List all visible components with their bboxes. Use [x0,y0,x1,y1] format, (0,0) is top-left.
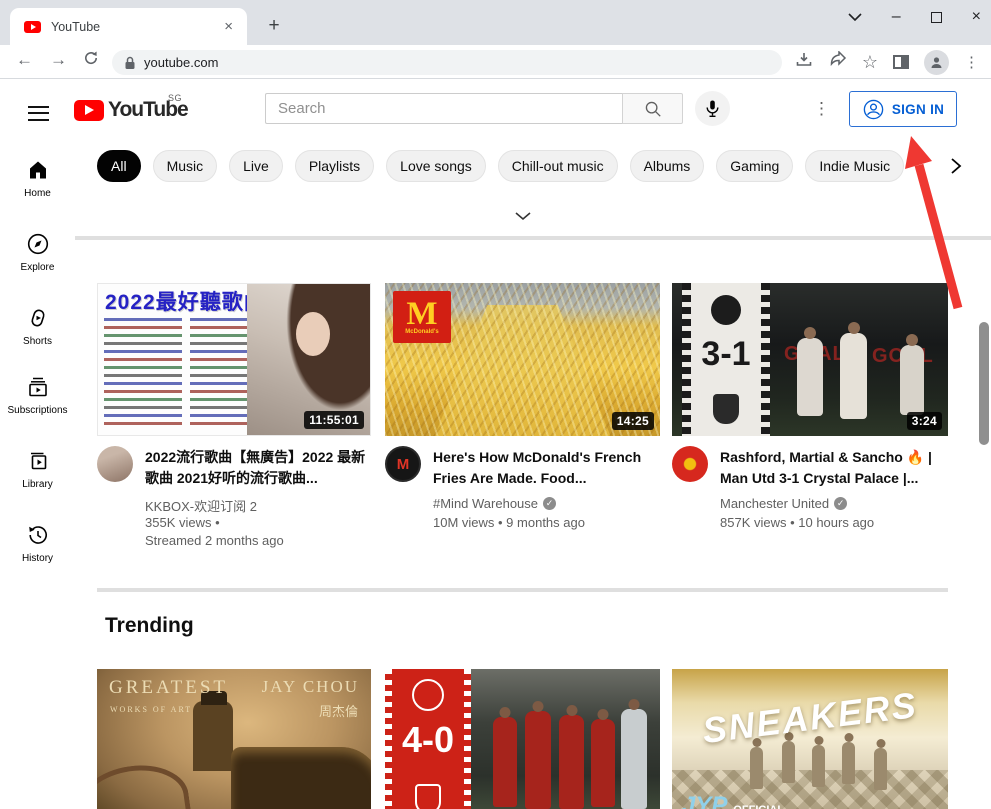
back-button[interactable]: ← [16,50,33,70]
window-close-button[interactable]: × [972,9,981,25]
video-thumbnail[interactable]: 2022最好聽歌曲 11:55:01 [97,283,371,436]
new-tab-button[interactable]: + [261,13,287,39]
sign-in-label: SIGN IN [892,102,944,117]
search-input[interactable] [265,93,622,124]
voice-search-button[interactable] [695,91,730,126]
explore-compass-icon [26,232,50,256]
section-divider [75,236,991,240]
chips-next-button[interactable] [933,150,978,182]
tab-close-icon[interactable]: × [220,18,237,35]
download-icon[interactable] [795,51,813,73]
channel-avatar[interactable] [97,446,133,482]
sidebar-item-explore[interactable]: Explore [0,232,75,273]
duration-badge: 11:55:01 [304,411,364,429]
section-divider [97,588,948,592]
sign-in-button[interactable]: SIGN IN [849,91,957,127]
scoreboard-panel: 3-1 [682,283,770,436]
url-text: youtube.com [144,55,218,70]
mcdonalds-logo: M McDonald's [393,291,451,343]
sidebar-item-subscriptions[interactable]: Subscriptions [0,375,75,416]
bookmark-star-icon[interactable]: ☆ [862,52,878,73]
video-thumbnail[interactable]: 4-0 [385,669,660,809]
filter-chips-bar: All Music Live Playlists Love songs Chil… [97,150,904,182]
browser-menu-icon[interactable]: ⋮ [964,53,979,71]
person-circle-icon [862,98,885,121]
chip-playlists[interactable]: Playlists [295,150,374,182]
video-title[interactable]: Here's How McDonald's French Fries Are M… [433,447,659,489]
sidebar-item-library[interactable]: Library [0,449,75,490]
chip-music[interactable]: Music [153,150,218,182]
thumbnail-overlay-title: 2022最好聽歌曲 [105,286,266,316]
chip-albums[interactable]: Albums [630,150,705,182]
maximize-button[interactable] [931,12,942,23]
video-title[interactable]: Rashford, Martial & Sancho 🔥 | Man Utd 3… [720,447,948,489]
channel-name[interactable]: #Mind Warehouse✓ [433,496,556,511]
video-meta: 857K views • 10 hours ago [720,514,874,532]
shorts-icon [26,306,50,330]
reload-button[interactable] [83,50,99,71]
duration-badge: 3:24 [907,412,942,430]
chip-indie-music[interactable]: Indie Music [805,150,904,182]
duration-badge: 14:25 [612,412,654,430]
browser-profile-avatar[interactable] [924,50,949,75]
mini-guide: Home Explore Shorts Subscriptions Librar… [0,134,75,809]
tab-title: YouTube [51,20,220,34]
home-icon [26,158,50,182]
browser-window: YouTube × + – × ← → youtube.com ☆ [0,0,991,809]
region-label: SG [168,93,182,103]
video-thumbnail[interactable]: SNEAKERS JYP OFFICIAL [672,669,948,809]
address-bar[interactable]: youtube.com [112,50,782,75]
chip-live[interactable]: Live [229,150,283,182]
chip-love-songs[interactable]: Love songs [386,150,486,182]
youtube-settings-kebab-icon[interactable]: ⋮ [813,99,830,119]
video-thumbnail[interactable]: M McDonald's 14:25 [385,283,660,436]
channel-name[interactable]: KKBOX-欢迎订阅 2 [145,496,257,515]
microphone-icon [704,99,721,118]
channel-avatar[interactable] [672,446,708,482]
library-icon [26,449,50,473]
channel-name[interactable]: Manchester United✓ [720,496,847,511]
sidebar-item-history[interactable]: History [0,523,75,564]
verified-badge-icon: ✓ [543,497,556,510]
chip-gaming[interactable]: Gaming [716,150,793,182]
browser-tab[interactable]: YouTube × [10,8,247,45]
chevron-right-icon [950,157,962,175]
guide-hamburger-icon[interactable] [28,101,49,125]
share-icon[interactable] [828,51,847,73]
trending-heading: Trending [105,614,194,638]
minimize-button[interactable]: – [892,9,901,25]
verified-badge-icon: ✓ [834,497,847,510]
video-thumbnail[interactable]: GOAL GOAL 3-1 3:24 [672,283,948,436]
search-icon [644,100,662,118]
expand-banner-chevron-icon[interactable] [507,208,539,229]
search-button[interactable] [622,93,683,124]
forward-button[interactable]: → [50,50,67,70]
chip-all[interactable]: All [97,150,141,182]
sidebar-item-home[interactable]: Home [0,158,75,199]
lock-icon [124,56,136,70]
youtube-favicon-icon [24,21,41,33]
video-title[interactable]: 2022流行歌曲【無廣告】2022 最新歌曲 2021好听的流行歌曲... [145,447,371,489]
jyp-logo: JYP OFFICIAL [682,792,784,809]
scoreboard-panel: 4-0 [385,669,471,809]
sidebar-item-shorts[interactable]: Shorts [0,306,75,347]
side-panel-icon[interactable] [893,55,909,69]
page-scrollbar-thumb[interactable] [979,322,989,445]
history-icon [26,523,50,547]
youtube-logo-icon [74,100,104,121]
chip-chill-out-music[interactable]: Chill-out music [498,150,618,182]
video-meta: 10M views • 9 months ago [433,514,585,532]
subscriptions-icon [26,375,50,399]
tab-search-chevron-icon[interactable] [848,13,862,21]
video-meta: 355K views •Streamed 2 months ago [145,514,284,550]
browser-titlebar: YouTube × + – × [0,0,991,45]
channel-avatar[interactable]: M [385,446,421,482]
video-thumbnail[interactable]: GREATEST WORKS OF ART JAY CHOU 周杰倫 [97,669,371,809]
